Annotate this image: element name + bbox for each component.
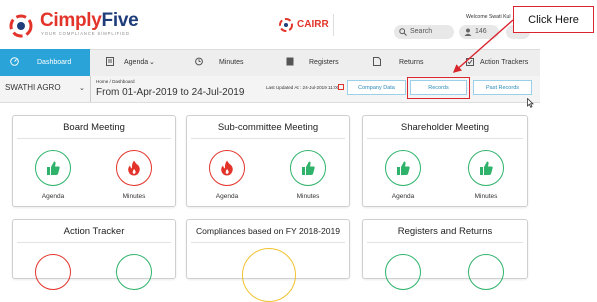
thumbs-up-icon — [480, 161, 493, 175]
card-divider — [17, 138, 171, 139]
action-tracker-status[interactable] — [35, 254, 71, 290]
shareholder-minutes-label: Minutes — [474, 193, 498, 200]
card-title: Registers and Returns — [397, 226, 493, 237]
company-data-button[interactable]: Company Data — [347, 80, 406, 95]
thumbs-up-icon — [397, 161, 410, 175]
click-here-callout: Click Here — [513, 6, 594, 33]
nav-registers[interactable]: Registers — [309, 59, 339, 66]
cairr-label[interactable]: CAIRR — [297, 19, 329, 30]
divider — [90, 76, 91, 102]
chevron-down-icon[interactable]: ⌄ — [149, 58, 155, 66]
nav-minutes[interactable]: Minutes — [219, 59, 244, 66]
last-updated: Last Updated At : 24-Jul-2019 11:00 — [266, 85, 340, 90]
board-minutes-status[interactable] — [116, 150, 152, 186]
chevron-down-icon[interactable]: ⌄ — [79, 84, 85, 92]
board-minutes-label: Minutes — [122, 193, 146, 200]
fire-icon — [128, 160, 140, 176]
board-agenda-status[interactable] — [35, 150, 71, 186]
records-highlight-box — [407, 77, 470, 99]
registers-status[interactable] — [385, 254, 421, 290]
company-selector[interactable]: SWATHI AGRO — [5, 83, 61, 92]
registers-icon — [286, 57, 294, 66]
subcommittee-minutes-label: Minutes — [296, 193, 320, 200]
subcommittee-agenda-label: Agenda — [215, 193, 239, 200]
subcommittee-meeting-card: Sub-committee Meeting Agenda Minutes — [186, 115, 350, 207]
search-icon — [399, 28, 407, 36]
agenda-icon — [106, 57, 114, 66]
date-range: From 01-Apr-2019 to 24-Jul-2019 — [96, 87, 245, 98]
card-title: Board Meeting — [63, 122, 125, 133]
returns-icon — [373, 57, 381, 66]
board-agenda-label: Agenda — [41, 193, 65, 200]
cairr-icon[interactable] — [278, 17, 294, 33]
compliances-card: Compliances based on FY 2018-2019 — [186, 219, 350, 302]
nav-returns[interactable]: Returns — [399, 59, 424, 66]
card-divider — [17, 242, 171, 243]
thumbs-up-icon — [47, 161, 60, 175]
card-divider — [367, 242, 523, 243]
thumbs-up-icon — [302, 161, 315, 175]
search-placeholder: Search — [410, 28, 433, 35]
registers-returns-card: Registers and Returns — [362, 219, 528, 290]
returns-status[interactable] — [468, 254, 504, 290]
brand-tagline: YOUR COMPLIANCE SIMPLIFIED — [41, 31, 130, 36]
minutes-icon — [195, 57, 203, 66]
callout-arrow — [452, 19, 514, 73]
shareholder-agenda-label: Agenda — [391, 193, 415, 200]
action-tracker-card: Action Tracker — [12, 219, 176, 290]
action-tracker-status[interactable] — [116, 254, 152, 290]
shareholder-meeting-card: Shareholder Meeting Agenda Minutes — [362, 115, 528, 207]
nav-agenda[interactable]: Agenda — [124, 59, 148, 66]
card-title: Sub-committee Meeting — [217, 122, 319, 133]
card-divider — [367, 138, 523, 139]
breadcrumb[interactable]: Home / Dashboard — [96, 79, 135, 84]
card-divider — [191, 138, 345, 139]
refresh-icon[interactable] — [338, 84, 344, 90]
dashboard-icon — [10, 57, 19, 66]
card-divider — [191, 242, 345, 243]
brand-name[interactable]: CimplyFive — [40, 10, 139, 32]
board-meeting-card: Board Meeting Agenda Minutes — [12, 115, 176, 207]
nav-dashboard-label[interactable]: Dashboard — [37, 59, 71, 66]
subcommittee-minutes-status[interactable] — [290, 150, 326, 186]
compliance-gauge[interactable] — [242, 248, 296, 302]
past-records-button[interactable]: Past Records — [473, 80, 532, 95]
cursor-icon — [527, 98, 534, 108]
shareholder-minutes-status[interactable] — [468, 150, 504, 186]
logo-icon[interactable] — [8, 13, 34, 39]
subcommittee-agenda-status[interactable] — [209, 150, 245, 186]
header-divider — [333, 14, 334, 36]
card-title: Compliances based on FY 2018-2019 — [195, 226, 341, 236]
card-title: Shareholder Meeting — [400, 122, 490, 133]
card-title: Action Tracker — [63, 226, 125, 237]
fire-icon — [221, 160, 233, 176]
shareholder-agenda-status[interactable] — [385, 150, 421, 186]
